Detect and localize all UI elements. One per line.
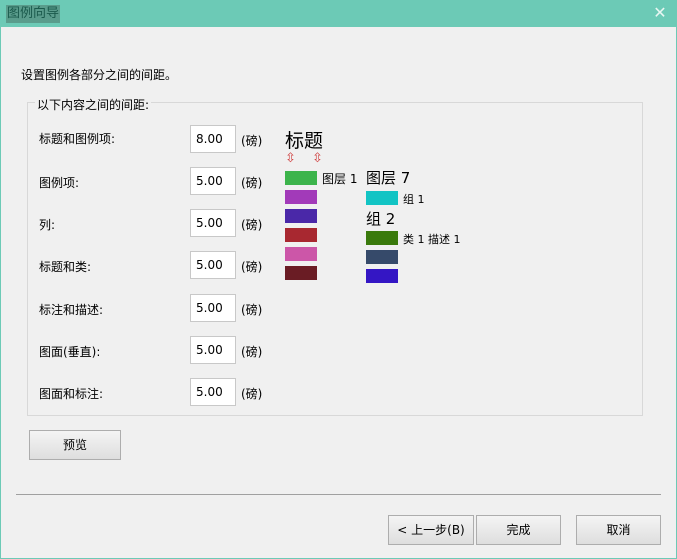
separator-line <box>16 494 661 495</box>
row-label-columns: 列: <box>39 218 56 232</box>
unit-label: (磅) <box>241 387 263 401</box>
items-spacing-input[interactable] <box>190 167 236 195</box>
legend-swatch <box>285 209 317 223</box>
row-label-patches-labels: 图面和标注: <box>39 387 104 401</box>
groupbox-legend: 以下内容之间的间距: <box>35 96 152 113</box>
patches-labels-spacing-input[interactable] <box>190 378 236 406</box>
legend-swatch <box>285 247 317 261</box>
legend-swatch <box>285 171 317 185</box>
cancel-button[interactable]: 取消 <box>576 515 661 545</box>
legend-swatch <box>366 250 398 264</box>
legend-layer-heading: 图层 7 <box>366 169 411 187</box>
row-label-patches-vertical: 图面(垂直): <box>39 345 101 359</box>
unit-label: (磅) <box>241 176 263 190</box>
legend-group-label: 组 1 <box>403 193 425 206</box>
window-title: 图例向导 <box>6 5 61 23</box>
legend-swatch <box>366 231 398 245</box>
legend-swatch <box>285 190 317 204</box>
unit-label: (磅) <box>241 345 263 359</box>
preview-button[interactable]: 预览 <box>29 430 121 460</box>
legend-swatch <box>285 266 317 280</box>
legend-swatch <box>285 228 317 242</box>
legend-wizard-window: 图例向导 ✕ 设置图例各部分之间的间距。 以下内容之间的间距: 标题和图例项: … <box>0 0 677 559</box>
row-label-title-classes: 标题和类: <box>39 260 92 274</box>
row-label-labels-descriptions: 标注和描述: <box>39 303 104 317</box>
legend-layer-label: 图层 1 <box>322 172 358 186</box>
legend-swatch <box>366 191 398 205</box>
row-label-title-items: 标题和图例项: <box>39 132 116 146</box>
legend-group-heading: 组 2 <box>366 210 396 228</box>
title-items-spacing-input[interactable] <box>190 125 236 153</box>
legend-swatch <box>366 269 398 283</box>
patches-vertical-spacing-input[interactable] <box>190 336 236 364</box>
unit-label: (磅) <box>241 303 263 317</box>
finish-button[interactable]: 完成 <box>476 515 561 545</box>
columns-spacing-input[interactable] <box>190 209 236 237</box>
spacing-arrow-icon: ⇳ <box>285 151 296 166</box>
back-button[interactable]: < 上一步(B) <box>388 515 474 545</box>
title-bar[interactable]: 图例向导 ✕ <box>1 1 676 27</box>
preview-legend-title: 标题 <box>285 130 324 152</box>
labels-descriptions-spacing-input[interactable] <box>190 294 236 322</box>
close-icon[interactable]: ✕ <box>650 3 670 23</box>
spacing-arrow-icon: ⇳ <box>312 151 323 166</box>
spacing-groupbox <box>27 102 643 416</box>
row-label-items: 图例项: <box>39 176 80 190</box>
unit-label: (磅) <box>241 134 263 148</box>
unit-label: (磅) <box>241 218 263 232</box>
title-classes-spacing-input[interactable] <box>190 251 236 279</box>
unit-label: (磅) <box>241 260 263 274</box>
legend-class-description-label: 类 1 描述 1 <box>403 233 461 246</box>
instruction-text: 设置图例各部分之间的间距。 <box>21 68 178 82</box>
